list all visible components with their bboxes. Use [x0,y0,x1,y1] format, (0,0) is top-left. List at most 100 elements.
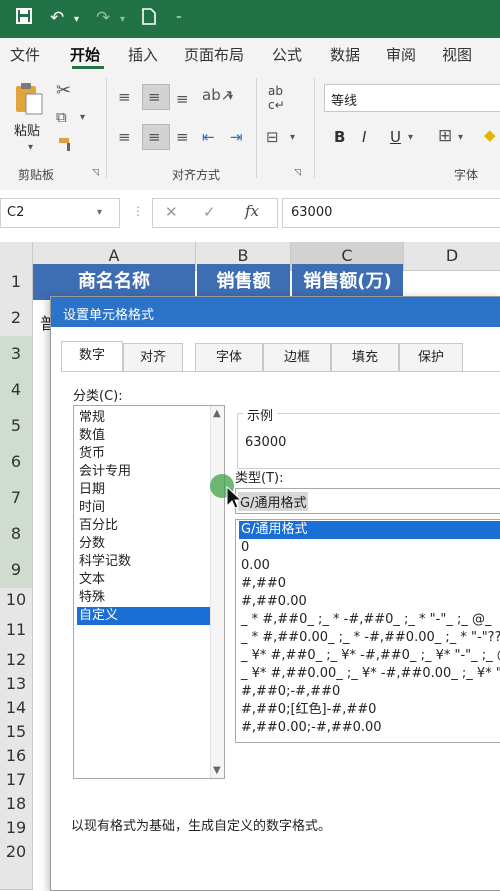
new-file-icon[interactable] [142,8,156,30]
merge-dropdown-icon[interactable]: ▾ [290,132,295,143]
row-header-11[interactable]: 11 [0,612,33,649]
tab-protection[interactable]: 保护 [399,343,463,372]
format-item[interactable]: _ * #,##0.00_ ;_ * -#,##0.00_ ;_ * "-"??… [239,629,500,647]
tab-review[interactable]: 审阅 [386,44,416,65]
format-code-list[interactable]: G/通用格式 0 0.00 #,##0 #,##0.00 _ * #,##0_ … [235,519,500,743]
copy-dropdown-icon[interactable]: ▾ [80,112,85,123]
format-item[interactable]: _ * #,##0_ ;_ * -#,##0_ ;_ * "-"_ ;_ @_ [239,611,500,629]
header-cell-sales-wan[interactable]: 销售额(万) [292,264,403,300]
tab-home[interactable]: 开始 [70,44,100,65]
category-item[interactable]: 会计专用 [77,463,210,481]
tab-formulas[interactable]: 公式 [272,44,302,65]
category-item[interactable]: 日期 [77,481,210,499]
align-right-icon[interactable]: ≡ [176,128,189,146]
row-header-6[interactable]: 6 [0,444,33,481]
format-item[interactable]: _ ¥* #,##0.00_ ;_ ¥* -#,##0.00_ ;_ ¥* "-… [239,665,500,683]
format-item[interactable]: #,##0.00 [239,593,500,611]
enter-icon[interactable]: ✓ [203,203,216,221]
category-item[interactable]: 常规 [77,409,210,427]
align-top-icon[interactable]: ≡ [118,88,131,106]
alignment-launcher-icon[interactable]: ◹ [294,168,301,178]
row-header-5[interactable]: 5 [0,408,33,445]
format-item[interactable]: 0.00 [239,557,500,575]
format-item[interactable]: _ ¥* #,##0_ ;_ ¥* -#,##0_ ;_ ¥* "-"_ ;_ … [239,647,500,665]
row-header-10[interactable]: 10 [0,588,33,613]
copy-icon[interactable]: ⧉ [56,108,67,126]
format-item[interactable]: #,##0 [239,575,500,593]
category-item-selected[interactable]: 自定义 [77,607,210,625]
scroll-down-icon[interactable]: ▼ [213,765,221,776]
paste-dropdown-icon[interactable]: ▾ [28,142,33,153]
header-cell-sales[interactable]: 销售额 [197,264,290,300]
tab-number[interactable]: 数字 [61,341,123,372]
format-item[interactable]: #,##0;[红色]-#,##0 [239,701,500,719]
category-list[interactable]: 常规 数值 货币 会计专用 日期 时间 百分比 分数 科学记数 文本 特殊 自定… [73,405,225,779]
borders-icon[interactable]: ⊞ [438,126,452,146]
underline-dropdown-icon[interactable]: ▾ [408,132,413,143]
font-name-box[interactable]: 等线 [324,84,500,112]
category-scrollbar[interactable]: ▲ ▼ [210,406,224,778]
save-icon[interactable] [16,8,32,29]
cancel-icon[interactable]: ✕ [165,203,178,221]
tab-font[interactable]: 字体 [195,343,263,372]
header-cell-product-name[interactable]: 商名名称 [33,264,195,300]
row-header-8[interactable]: 8 [0,516,33,553]
row-header-12[interactable]: 12 [0,648,33,673]
tab-file[interactable]: 文件 [10,44,40,65]
category-item[interactable]: 数值 [77,427,210,445]
bold-icon[interactable]: B [334,128,345,146]
row-header-15[interactable]: 15 [0,720,33,745]
tab-border[interactable]: 边框 [263,343,331,372]
redo-icon[interactable]: ↷ [96,8,110,28]
tab-view[interactable]: 视图 [442,44,472,65]
tab-data[interactable]: 数据 [330,44,360,65]
clipboard-launcher-icon[interactable]: ◹ [92,168,99,178]
category-item[interactable]: 分数 [77,535,210,553]
tab-fill[interactable]: 填充 [331,343,399,372]
row-header-2[interactable]: 2 [0,300,33,337]
format-item[interactable]: #,##0.00;-#,##0.00 [239,719,500,737]
category-item[interactable]: 百分比 [77,517,210,535]
row-header-16[interactable]: 16 [0,744,33,769]
row-header-18[interactable]: 18 [0,792,33,817]
formula-input[interactable]: 63000 [282,198,500,228]
row-header-7[interactable]: 7 [0,480,33,517]
align-left-icon[interactable]: ≡ [118,128,131,146]
row-header-1[interactable]: 1 [0,264,33,301]
row-header-3[interactable]: 3 [0,336,33,373]
undo-dropdown-icon[interactable]: ▾ [74,14,79,25]
cut-icon[interactable]: ✂ [56,80,71,101]
tab-insert[interactable]: 插入 [128,44,158,65]
row-header-9[interactable]: 9 [0,552,33,589]
category-item[interactable]: 货币 [77,445,210,463]
increase-indent-icon[interactable]: ⇥ [230,128,243,146]
scroll-up-icon[interactable]: ▲ [213,408,221,419]
row-header-13[interactable]: 13 [0,672,33,697]
format-item[interactable]: 0 [239,539,500,557]
row-header-4[interactable]: 4 [0,372,33,409]
column-header-d[interactable]: D [404,242,500,271]
name-box-dropdown-icon[interactable]: ▾ [97,207,102,218]
category-item[interactable]: 时间 [77,499,210,517]
paste-label[interactable]: 粘贴 [14,120,40,139]
paste-icon[interactable] [14,82,44,120]
format-painter-icon[interactable] [58,136,76,156]
name-box[interactable]: C2 ▾ [0,198,120,228]
category-item[interactable]: 科学记数 [77,553,210,571]
align-bottom-icon[interactable]: ≡ [176,90,189,108]
format-item-selected[interactable]: G/通用格式 [239,521,500,539]
row-header-20[interactable]: 20 [0,840,33,865]
redo-dropdown-icon[interactable]: ▾ [120,14,125,25]
undo-icon[interactable]: ↶ [50,8,64,28]
borders-dropdown-icon[interactable]: ▾ [458,132,463,143]
type-input[interactable]: G/通用格式 [235,488,500,514]
orientation-dropdown-icon[interactable]: ▾ [228,92,233,103]
dialog-title-bar[interactable]: 设置单元格格式 [51,297,500,327]
fill-color-icon[interactable]: ◆ [484,126,496,144]
customize-icon[interactable]: ⁼ [176,12,182,25]
merge-center-icon[interactable]: ⊟ [266,128,279,146]
tab-alignment[interactable]: 对齐 [123,343,183,372]
insert-function-icon[interactable]: fx [245,202,259,220]
category-item[interactable]: 文本 [77,571,210,589]
tab-page-layout[interactable]: 页面布局 [184,44,244,65]
